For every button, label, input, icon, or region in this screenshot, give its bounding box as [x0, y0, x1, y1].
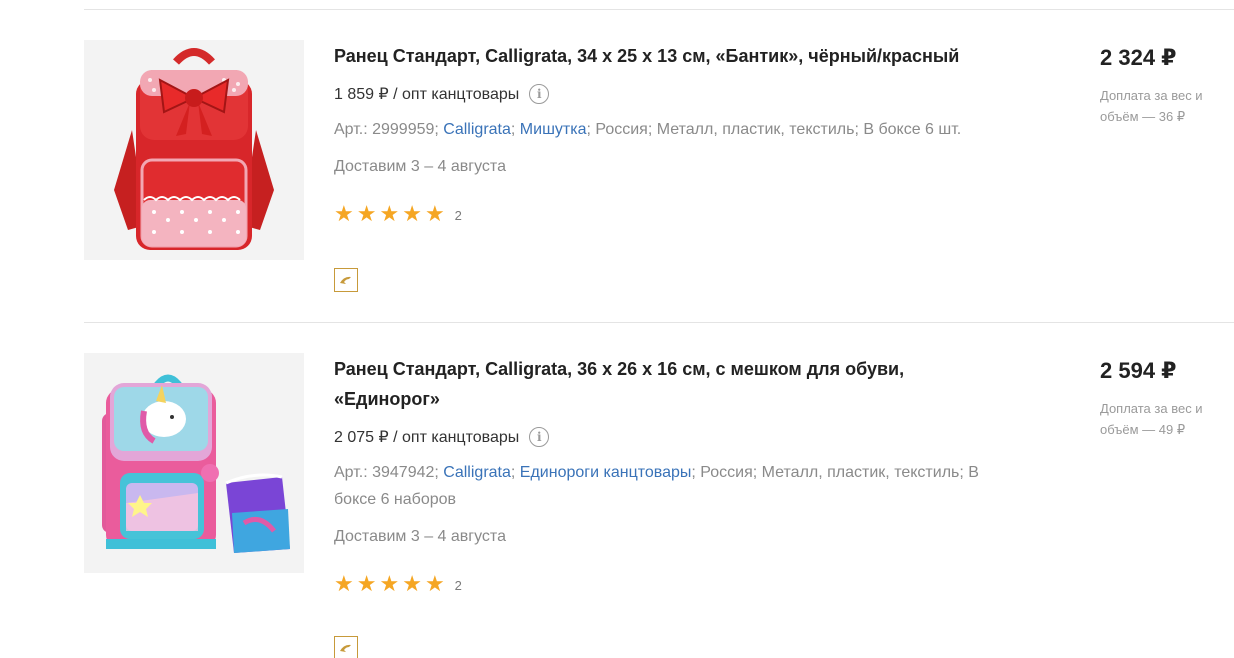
meta-details: ; Россия; Металл, пластик, текстиль; В б… [586, 121, 962, 138]
star-icon: ★ [334, 572, 354, 597]
info-icon[interactable]: i [529, 84, 550, 104]
star-icon: ★ [402, 202, 422, 227]
rating[interactable]: ★ ★ ★ ★ ★ 2 [334, 204, 462, 226]
product-meta: Арт.: 3947942; Calligrata; Единороги кан… [334, 459, 994, 513]
product-title-link[interactable]: Ранец Стандарт, Calligrata, 36 х 26 х 16… [334, 359, 904, 409]
star-icon: ★ [356, 202, 377, 227]
meta-separator: ; [510, 464, 516, 481]
weight-surcharge: Доплата за вес и объём — 49 ₽ [1100, 401, 1203, 437]
dolphin-icon [340, 644, 351, 652]
article-number: Арт.: 3947942; [334, 464, 439, 481]
weight-surcharge: Доплата за вес и объём — 36 ₽ [1100, 88, 1203, 124]
product-title[interactable]: Ранец Стандарт, Calligrata, 34 х 25 х 13… [334, 41, 994, 71]
dolphin-badge-icon[interactable] [334, 268, 358, 292]
dolphin-icon [340, 276, 351, 284]
product-meta: Арт.: 2999959; Calligrata; Мишутка; Росс… [334, 116, 994, 143]
dolphin-badge-icon[interactable] [334, 636, 358, 658]
rating-count: 2 [454, 207, 462, 223]
star-icon: ★ [424, 202, 445, 227]
rating[interactable]: ★ ★ ★ ★ ★ 2 [334, 574, 462, 596]
delivery-info: Доставим 3 – 4 августа [334, 158, 506, 175]
delivery-info: Доставим 3 – 4 августа [334, 528, 506, 545]
product-price: 2 324 ₽ [1100, 45, 1177, 70]
unicorn-backpack-image [84, 353, 304, 573]
product-title-link[interactable]: Ранец Стандарт, Calligrata, 34 х 25 х 13… [334, 46, 959, 66]
wholesale-price-text: 2 075 ₽ / опт канцтовары [334, 429, 520, 446]
brand-link[interactable]: Calligrata [443, 121, 511, 138]
brand-link[interactable]: Calligrata [443, 464, 511, 481]
star-icon: ★ [424, 572, 445, 597]
star-icon: ★ [356, 572, 377, 597]
star-icon: ★ [402, 572, 422, 597]
collection-link[interactable]: Мишутка [520, 121, 587, 138]
product-price: 2 594 ₽ [1100, 358, 1177, 383]
star-icon: ★ [334, 202, 354, 227]
star-icon: ★ [379, 202, 400, 227]
collection-link[interactable]: Единороги канцтовары [520, 464, 692, 481]
wholesale-price: 2 075 ₽ / опт канцтовары i [334, 427, 550, 447]
star-icon: ★ [379, 572, 400, 597]
wholesale-price-text: 1 859 ₽ / опт канцтовары [334, 86, 520, 103]
wholesale-price: 1 859 ₽ / опт канцтовары i [334, 84, 550, 104]
top-divider [84, 9, 1234, 10]
info-icon[interactable]: i [529, 427, 550, 447]
product-divider [84, 322, 1234, 323]
red-backpack-image [84, 40, 304, 260]
product-title[interactable]: Ранец Стандарт, Calligrata, 36 х 26 х 16… [334, 354, 994, 414]
rating-count: 2 [454, 577, 462, 593]
product-image[interactable] [84, 353, 304, 573]
product-image[interactable] [84, 40, 304, 260]
article-number: Арт.: 2999959; [334, 121, 439, 138]
meta-separator: ; [510, 121, 516, 138]
